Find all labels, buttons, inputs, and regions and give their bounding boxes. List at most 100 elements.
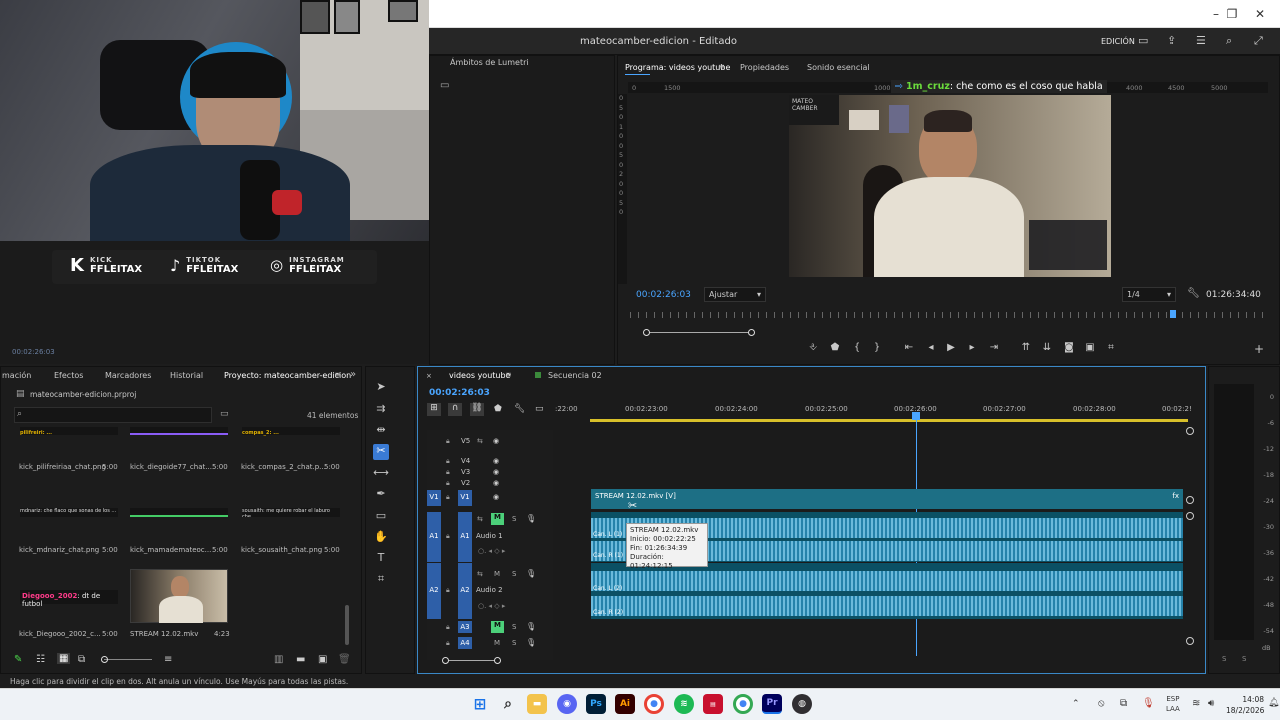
- clock[interactable]: 14:08 18/2/2026: [1226, 694, 1264, 716]
- tab-properties[interactable]: Propiedades: [740, 63, 789, 72]
- fit-select[interactable]: Ajustar ▾: [704, 287, 766, 302]
- lock-icon[interactable]: 🔒︎: [446, 468, 450, 477]
- tab-information[interactable]: mación: [2, 371, 31, 380]
- settings-icon[interactable]: ▭: [440, 80, 449, 91]
- lock-icon[interactable]: 🔒︎: [446, 493, 450, 502]
- razor-tool-icon[interactable]: ✂: [373, 444, 389, 460]
- automate-icon[interactable]: ▥: [274, 654, 283, 665]
- playhead-handle[interactable]: [912, 412, 920, 420]
- source-patch-a2[interactable]: A2: [427, 563, 441, 619]
- marker-icon[interactable]: ⬟: [494, 404, 502, 414]
- solo-button[interactable]: S: [512, 515, 516, 523]
- volume-icon[interactable]: 🔊︎: [1208, 698, 1214, 709]
- eye-icon[interactable]: ◉: [493, 457, 499, 465]
- language-indicator[interactable]: ESP LAA: [1166, 694, 1180, 714]
- progress-icon[interactable]: ☰: [1196, 34, 1206, 47]
- chrome-icon[interactable]: ●: [644, 694, 664, 714]
- wrench-icon[interactable]: 🔧︎: [1187, 288, 1200, 299]
- lift-icon[interactable]: ⇈: [1019, 342, 1033, 356]
- mic-icon[interactable]: 🎙︎: [526, 514, 536, 523]
- tab-essential-sound[interactable]: Sonido esencial: [807, 63, 870, 72]
- network-off-icon[interactable]: ⦸: [1098, 698, 1105, 709]
- sync-icon[interactable]: ⇆: [477, 515, 483, 523]
- chrome-profile-icon[interactable]: ●: [733, 694, 753, 714]
- thumbnail[interactable]: mdnariz: che flaco que sonas de los ...: [20, 508, 118, 517]
- tab-sequence-videos[interactable]: videos youtube: [449, 371, 510, 380]
- audio-clip-a2[interactable]: Can. L (2) Can. R (2): [591, 563, 1183, 619]
- connect-icon[interactable]: ⧉: [1120, 698, 1127, 709]
- sync-icon[interactable]: ⇆: [477, 437, 483, 445]
- windows-start-icon[interactable]: ⊞: [470, 694, 490, 714]
- resolution-select[interactable]: 1/4 ▾: [1122, 287, 1176, 302]
- lock-icon[interactable]: 🔒︎: [446, 532, 450, 541]
- tab-program[interactable]: Programa: videos youtube: [625, 63, 730, 72]
- pencil-icon[interactable]: ✎: [14, 654, 22, 665]
- thumbnail[interactable]: pilifreiri: ...: [20, 427, 118, 436]
- linked-select-icon[interactable]: ⛓: [470, 403, 484, 416]
- selection-tool-icon[interactable]: ➤: [373, 380, 389, 396]
- zoom-slider-handle[interactable]: [101, 656, 108, 663]
- track-target-a1[interactable]: A1: [458, 512, 472, 562]
- tab-menu-icon[interactable]: ≡: [718, 62, 725, 71]
- ripple-edit-icon[interactable]: ⇹: [373, 423, 389, 439]
- mute-button[interactable]: M: [494, 639, 500, 647]
- lock-icon[interactable]: 🔒︎: [446, 437, 450, 446]
- thumbnail[interactable]: Diegooo_2002: dt de futbol: [20, 590, 118, 608]
- workspace-label[interactable]: EDICIÓN: [1101, 37, 1135, 46]
- thumbnail[interactable]: sousaith: me quiere robar el laburo che: [242, 508, 340, 517]
- compare-icon[interactable]: ▣: [1083, 342, 1097, 356]
- mic-icon[interactable]: 🎙︎: [1142, 698, 1155, 709]
- slip-tool-icon[interactable]: ⟷: [373, 466, 389, 482]
- program-playhead[interactable]: [1170, 310, 1176, 318]
- eye-icon[interactable]: ◉: [493, 437, 499, 445]
- zoom-handle-right[interactable]: [494, 657, 501, 664]
- scroll-handle[interactable]: [1186, 637, 1194, 645]
- solo-button[interactable]: S: [512, 623, 516, 631]
- obs-icon[interactable]: ◍: [792, 694, 812, 714]
- eye-icon[interactable]: ◉: [493, 468, 499, 476]
- new-bin-icon[interactable]: ▬: [296, 654, 305, 665]
- extract-icon[interactable]: ⇊: [1040, 342, 1054, 356]
- sort-icon[interactable]: ≡: [164, 654, 172, 665]
- mic-icon[interactable]: 🎙︎: [526, 638, 536, 647]
- mute-button[interactable]: M: [494, 570, 500, 578]
- auto-reframe-icon[interactable]: ⌗: [373, 572, 389, 588]
- zoom-bar[interactable]: [646, 332, 752, 333]
- scroll-handle[interactable]: [1186, 496, 1194, 504]
- in-point-icon[interactable]: {: [850, 342, 864, 356]
- sync-icon[interactable]: ⇆: [477, 570, 483, 578]
- type-tool-icon[interactable]: T: [373, 551, 389, 567]
- zoom-handle-left[interactable]: [442, 657, 449, 664]
- project-search-input[interactable]: [14, 407, 212, 423]
- scroll-handle[interactable]: [1186, 512, 1194, 520]
- app-icon[interactable]: ▤: [703, 694, 723, 714]
- tab-menu-icon[interactable]: ≡: [505, 370, 512, 379]
- camera-icon[interactable]: ◙: [1062, 342, 1076, 356]
- new-item-icon[interactable]: ▣: [318, 654, 327, 665]
- tab-project[interactable]: Proyecto: mateocamber-edicion: [224, 371, 351, 380]
- thumbnail-video[interactable]: [130, 569, 228, 623]
- track-target-a4[interactable]: A4: [458, 637, 472, 649]
- solo-button[interactable]: S: [512, 570, 516, 578]
- out-point-icon[interactable]: }: [870, 342, 884, 356]
- tab-close-icon[interactable]: ×: [426, 372, 432, 380]
- search-icon[interactable]: ⌕: [498, 694, 518, 714]
- mark-in-icon[interactable]: ⎀: [806, 342, 820, 356]
- thumbnail[interactable]: compas_2: ...: [242, 427, 340, 436]
- thumbnail[interactable]: [130, 508, 228, 517]
- go-to-in-icon[interactable]: ⇤: [902, 342, 916, 356]
- track-target-v1[interactable]: V1: [458, 490, 472, 506]
- video-clip[interactable]: STREAM 12.02.mkv [V] fx: [591, 489, 1183, 509]
- lock-icon[interactable]: 🔒︎: [446, 479, 450, 488]
- pen-tool-icon[interactable]: ✒: [373, 487, 389, 503]
- play-icon[interactable]: ▶: [944, 342, 958, 356]
- zoom-handle-left[interactable]: [643, 329, 650, 336]
- tab-menu-icon[interactable]: ≡: [334, 370, 341, 379]
- step-forward-icon[interactable]: ▸: [965, 342, 979, 356]
- close-icon[interactable]: ✕: [1240, 0, 1280, 28]
- rectangle-tool-icon[interactable]: ▭: [373, 509, 389, 525]
- zoom-handle-right[interactable]: [748, 329, 755, 336]
- share-icon[interactable]: ⇪: [1167, 34, 1176, 47]
- wrench-icon[interactable]: 🔧︎: [514, 404, 525, 414]
- nest-icon[interactable]: ⊞: [427, 403, 441, 416]
